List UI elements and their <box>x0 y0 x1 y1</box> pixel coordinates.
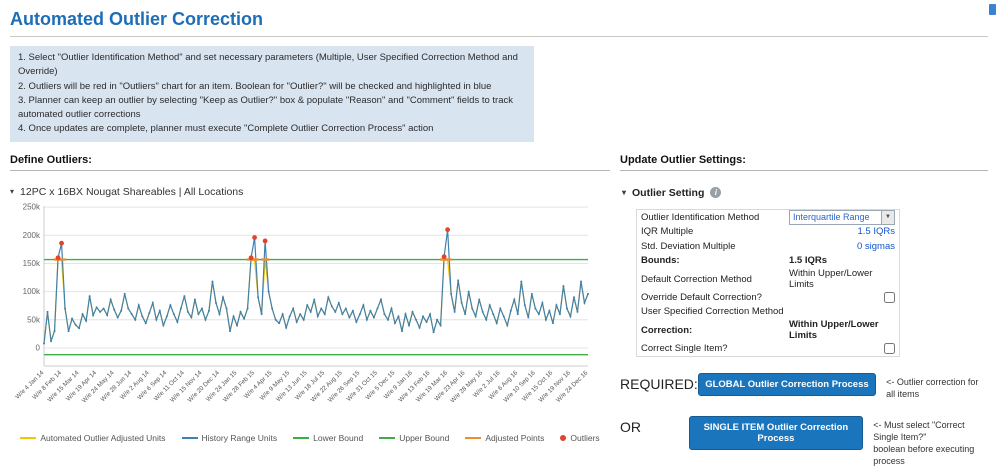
setting-row-correction: Correction:Within Upper/Lower Limits <box>637 319 899 341</box>
item-expander-row[interactable]: ▾ 12PC x 16BX Nougat Shareables | All Lo… <box>10 186 610 198</box>
instruction-line: 2. Outliers will be red in "Outliers" ch… <box>18 80 526 94</box>
setting-row-override-default-correction: Override Default Correction? <box>637 290 899 305</box>
setting-row-correct-single-item: Correct Single Item? <box>637 341 899 356</box>
define-outliers-panel: Define Outliers: ▾ 12PC x 16BX Nougat Sh… <box>10 154 610 467</box>
legend-label: Automated Outlier Adjusted Units <box>40 433 165 443</box>
svg-text:200k: 200k <box>23 230 41 239</box>
item-label: 12PC x 16BX Nougat Shareables | All Loca… <box>20 186 243 198</box>
update-settings-header: Update Outlier Settings: <box>620 154 988 171</box>
automated-outlier-adjusted-units-swatch-icon <box>20 437 36 439</box>
history-range-units-swatch-icon <box>182 437 198 439</box>
outlier-setting-label: Outlier Setting <box>632 187 704 199</box>
setting-label: Std. Deviation Multiple <box>641 241 789 252</box>
setting-row-outlier-identification-method: Outlier Identification MethodInterquarti… <box>637 210 899 225</box>
legend-item-adjusted-points: Adjusted Points <box>465 433 544 443</box>
title-divider <box>10 36 988 37</box>
single-item-button-note: <- Must select "Correct Single Item?" bo… <box>873 416 988 467</box>
setting-label: Outlier Identification Method <box>641 212 789 223</box>
chevron-down-icon[interactable]: ▼ <box>881 211 894 224</box>
setting-value: 1.5 IQRs <box>789 255 895 267</box>
setting-label: User Specified Correction Method <box>641 306 789 317</box>
legend-label: Adjusted Points <box>485 433 544 443</box>
global-button-note: <- Outlier correction for all items <box>886 373 988 400</box>
svg-text:250k: 250k <box>23 202 41 211</box>
svg-text:150k: 150k <box>23 258 41 267</box>
instruction-line: 1. Select "Outlier Identification Method… <box>18 51 526 80</box>
setting-value: Within Upper/Lower Limits <box>789 268 895 290</box>
outlier-chart: 050k100k150k200k250kW/e 4 Jan 14W/e 8 Fe… <box>10 198 598 428</box>
global-action-row: REQUIRED: GLOBAL Outlier Correction Proc… <box>620 373 988 400</box>
override-default-correction-checkbox[interactable] <box>884 292 895 303</box>
define-outliers-header: Define Outliers: <box>10 154 610 171</box>
legend-item-lower-bound: Lower Bound <box>293 433 363 443</box>
lower-bound-swatch-icon <box>293 437 309 439</box>
instruction-line: 4. Once updates are complete, planner mu… <box>18 122 526 136</box>
legend-label: Upper Bound <box>399 433 449 443</box>
setting-value: Interquartile Range▼ <box>789 210 895 225</box>
setting-row-iqr-multiple: IQR Multiple1.5 IQRs <box>637 225 899 240</box>
upper-bound-swatch-icon <box>379 437 395 439</box>
setting-label: Correction: <box>641 325 789 336</box>
page-title: Automated Outlier Correction <box>10 9 988 30</box>
collapse-caret-icon[interactable]: ▾ <box>10 188 14 196</box>
svg-text:50k: 50k <box>27 315 41 324</box>
settings-table: Outlier Identification MethodInterquarti… <box>636 209 900 357</box>
outliers-swatch-icon <box>560 435 566 441</box>
required-label: REQUIRED: <box>620 373 698 392</box>
correct-single-item-checkbox[interactable] <box>884 343 895 354</box>
setting-row-std-deviation-multiple: Std. Deviation Multiple0 sigmas <box>637 239 899 254</box>
setting-value <box>789 306 895 318</box>
outlier-setting-group[interactable]: ▾ Outlier Setting i <box>622 187 988 199</box>
info-icon[interactable]: i <box>710 187 721 198</box>
legend-label: Lower Bound <box>313 433 363 443</box>
single-item-correction-button[interactable]: SINGLE ITEM Outlier Correction Process <box>689 416 864 450</box>
setting-label: Bounds: <box>641 255 789 266</box>
legend-label: History Range Units <box>202 433 278 443</box>
instruction-line: 3. Planner can keep an outlier by select… <box>18 94 526 123</box>
legend-label: Outliers <box>570 433 599 443</box>
setting-row-bounds: Bounds:1.5 IQRs <box>637 254 899 269</box>
instructions-panel: 1. Select "Outlier Identification Method… <box>10 46 534 142</box>
setting-label: Correct Single Item? <box>641 343 789 354</box>
adjusted-points-swatch-icon <box>465 437 481 439</box>
setting-value: 1.5 IQRs <box>789 226 895 238</box>
legend-item-upper-bound: Upper Bound <box>379 433 449 443</box>
setting-value <box>789 291 895 303</box>
setting-row-default-correction-method: Default Correction MethodWithin Upper/Lo… <box>637 268 899 290</box>
setting-value: Within Upper/Lower Limits <box>789 319 895 341</box>
svg-text:0: 0 <box>36 343 41 352</box>
legend-item-outliers: Outliers <box>560 433 599 443</box>
update-settings-panel: Update Outlier Settings: ▾ Outlier Setti… <box>620 154 988 467</box>
svg-text:W/e 24 Dec 16: W/e 24 Dec 16 <box>555 369 590 404</box>
outlier-identification-method-select[interactable]: Interquartile Range▼ <box>789 210 895 225</box>
chart-legend: Automated Outlier Adjusted Units History … <box>10 433 610 443</box>
svg-text:100k: 100k <box>23 287 41 296</box>
legend-item-history-range-units: History Range Units <box>182 433 278 443</box>
selected-option: Interquartile Range <box>790 211 881 224</box>
global-correction-button[interactable]: GLOBAL Outlier Correction Process <box>698 373 876 396</box>
single-item-action-row: OR SINGLE ITEM Outlier Correction Proces… <box>620 416 988 467</box>
setting-value <box>789 342 895 354</box>
collapse-caret-icon[interactable]: ▾ <box>622 189 626 197</box>
setting-row-user-specified-correction-method: User Specified Correction Method <box>637 305 899 320</box>
legend-item-automated-outlier-adjusted-units: Automated Outlier Adjusted Units <box>20 433 165 443</box>
setting-label: IQR Multiple <box>641 226 789 237</box>
or-label: OR <box>620 416 689 435</box>
setting-label: Override Default Correction? <box>641 292 789 303</box>
vertical-scrollbar-thumb[interactable] <box>989 4 996 15</box>
setting-value: 0 sigmas <box>789 240 895 252</box>
setting-label: Default Correction Method <box>641 274 789 285</box>
